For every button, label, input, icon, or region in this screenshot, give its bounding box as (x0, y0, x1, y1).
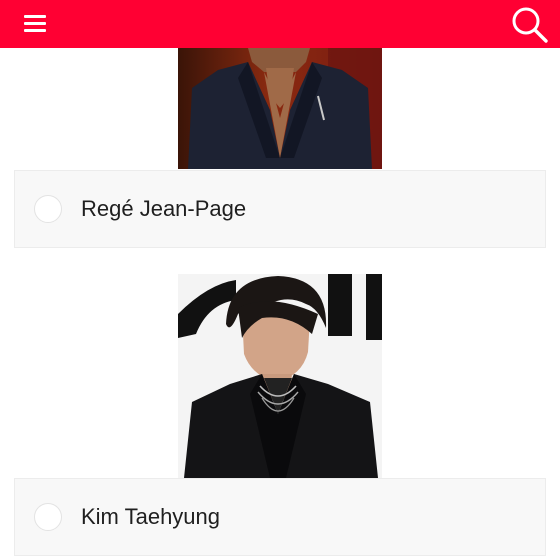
search-button[interactable] (508, 3, 550, 45)
top-app-bar (0, 0, 560, 48)
option-card-kim-taehyung[interactable]: Kim Taehyung (14, 478, 546, 556)
option-radio-button[interactable] (34, 503, 62, 531)
photo-man-in-dark-suit (178, 48, 382, 169)
option-label: Kim Taehyung (81, 504, 221, 529)
option-label: Regé Jean-Page (81, 196, 247, 221)
option-card-rege-jean-page[interactable]: Regé Jean-Page (14, 170, 546, 248)
quiz-page: Regé Jean-Page Kim Taehyung (0, 0, 560, 560)
photo-man-in-black-suit (178, 274, 382, 478)
option-radio-button[interactable] (34, 195, 62, 223)
option-photo-kim-taehyung (178, 274, 382, 478)
search-icon (512, 7, 548, 43)
option-photo-rege-jean-page (178, 48, 382, 169)
menu-button[interactable] (20, 11, 50, 37)
